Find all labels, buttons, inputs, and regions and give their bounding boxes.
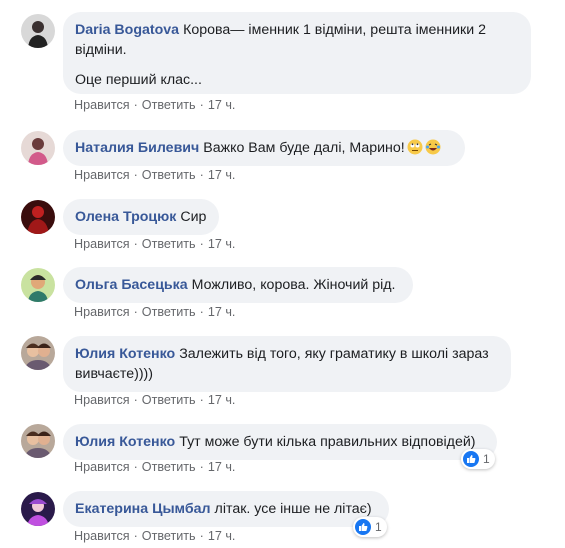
avatar[interactable] xyxy=(21,14,55,48)
comment-bubble: Олена Троцюк Сир xyxy=(63,199,219,235)
comment-text: Сир xyxy=(180,209,207,225)
separator: · xyxy=(133,393,138,407)
like-link[interactable]: Нравится xyxy=(74,393,130,407)
avatar[interactable] xyxy=(21,336,55,370)
avatar[interactable] xyxy=(21,424,55,458)
comment-bubble: Екатерина Цымбал літак. усе інше не літає… xyxy=(63,491,389,527)
separator: · xyxy=(199,98,204,112)
timestamp[interactable]: 17 ч. xyxy=(208,529,236,543)
separator: · xyxy=(199,529,204,543)
separator: · xyxy=(133,168,138,182)
comment-actions: Нравится · Ответить · 17 ч. xyxy=(74,392,235,408)
comment-actions: Нравится · Ответить · 17 ч. xyxy=(74,459,235,475)
like-link[interactable]: Нравится xyxy=(74,168,130,182)
author-name[interactable]: Олена Троцюк xyxy=(75,209,176,225)
reply-link[interactable]: Ответить xyxy=(142,98,196,112)
timestamp[interactable]: 17 ч. xyxy=(208,237,236,251)
like-link[interactable]: Нравится xyxy=(74,305,130,319)
comment-bubble: Наталия Билевич Важко Вам буде далі, Мари… xyxy=(63,130,465,166)
reaction-count: 1 xyxy=(375,520,382,534)
comment-actions: Нравится · Ответить · 17 ч. xyxy=(74,528,235,544)
like-link[interactable]: Нравится xyxy=(74,98,130,112)
author-name[interactable]: Юлия Котенко xyxy=(75,434,175,450)
comment-actions: Нравится · Ответить · 17 ч. xyxy=(74,304,235,320)
author-name[interactable]: Екатерина Цымбал xyxy=(75,501,211,517)
separator: · xyxy=(199,168,204,182)
author-name[interactable]: Наталия Билевич xyxy=(75,140,199,156)
comment-bubble: Юлия Котенко Залежить від того, яку грама… xyxy=(63,336,511,392)
reply-link[interactable]: Ответить xyxy=(142,393,196,407)
separator: · xyxy=(199,237,204,251)
timestamp[interactable]: 17 ч. xyxy=(208,305,236,319)
reply-link[interactable]: Ответить xyxy=(142,168,196,182)
timestamp[interactable]: 17 ч. xyxy=(208,168,236,182)
comment-bubble: Юлия Котенко Тут може бути кілька правиль… xyxy=(63,424,497,460)
author-name[interactable]: Юлия Котенко xyxy=(75,346,175,362)
reply-link[interactable]: Ответить xyxy=(142,305,196,319)
comment-text: літак. усе інше не літає) xyxy=(214,501,372,517)
laughing-tears-emoji xyxy=(425,139,441,161)
separator: · xyxy=(199,460,204,474)
reply-link[interactable]: Ответить xyxy=(142,237,196,251)
separator: · xyxy=(133,305,138,319)
timestamp[interactable]: 17 ч. xyxy=(208,98,236,112)
thumbs-up-icon xyxy=(355,519,371,535)
separator: · xyxy=(133,529,138,543)
separator: · xyxy=(133,98,138,112)
separator: · xyxy=(133,237,138,251)
like-link[interactable]: Нравится xyxy=(74,460,130,474)
avatar[interactable] xyxy=(21,131,55,165)
reaction-badge[interactable]: 1 xyxy=(461,449,495,469)
comment-text: Можливо, корова. Жіночий рід. xyxy=(191,277,396,293)
reply-link[interactable]: Ответить xyxy=(142,529,196,543)
separator: · xyxy=(199,305,204,319)
timestamp[interactable]: 17 ч. xyxy=(208,393,236,407)
avatar[interactable] xyxy=(21,268,55,302)
comment-text: Важко Вам буде далі, Марино! xyxy=(203,140,405,156)
comment-actions: Нравится · Ответить · 17 ч. xyxy=(74,167,235,183)
avatar[interactable] xyxy=(21,200,55,234)
separator: · xyxy=(199,393,204,407)
reply-link[interactable]: Ответить xyxy=(142,460,196,474)
comment-bubble: Ольга Басецька Можливо, корова. Жіночий р… xyxy=(63,267,413,303)
comment-actions: Нравится · Ответить · 17 ч. xyxy=(74,97,235,113)
comment-bubble: Daria Bogatova Корова— іменник 1 відміни,… xyxy=(63,12,531,94)
thumbs-up-icon xyxy=(463,451,479,467)
comment-actions: Нравится · Ответить · 17 ч. xyxy=(74,236,235,252)
avatar[interactable] xyxy=(21,492,55,526)
author-name[interactable]: Daria Bogatova xyxy=(75,22,179,38)
like-link[interactable]: Нравится xyxy=(74,529,130,543)
comment-text: Тут може бути кілька правильних відповід… xyxy=(179,434,476,450)
reaction-badge[interactable]: 1 xyxy=(353,517,387,537)
comment-text: Оце перший клас... xyxy=(75,72,202,88)
reaction-count: 1 xyxy=(483,452,490,466)
like-link[interactable]: Нравится xyxy=(74,237,130,251)
timestamp[interactable]: 17 ч. xyxy=(208,460,236,474)
rolling-eyes-emoji xyxy=(407,139,423,161)
author-name[interactable]: Ольга Басецька xyxy=(75,277,188,293)
separator: · xyxy=(133,460,138,474)
